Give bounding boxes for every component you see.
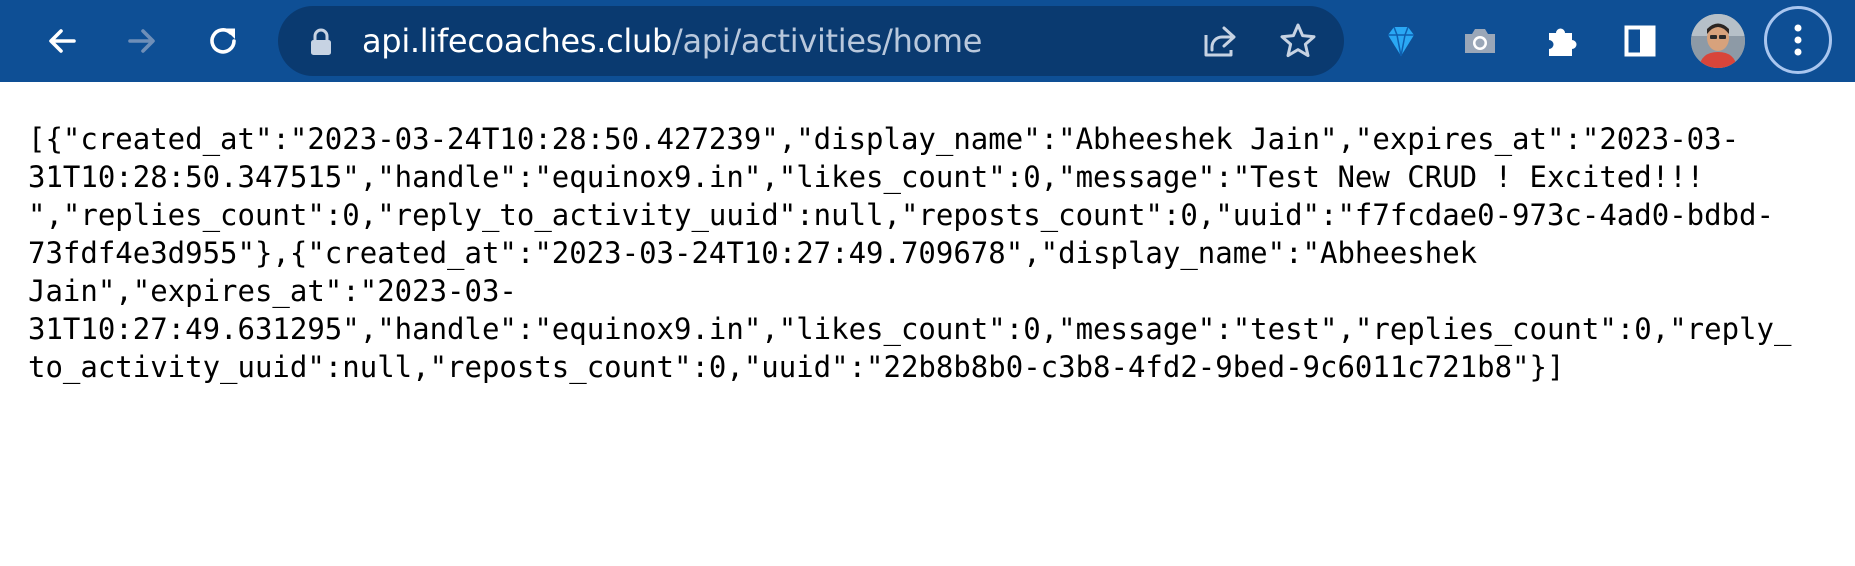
profile-photo — [1691, 14, 1745, 68]
camera-extension-icon — [1465, 29, 1495, 53]
page-content: [{"created_at":"2023-03-24T10:28:50.4272… — [0, 82, 1855, 566]
url-path: /api/activities/home — [672, 22, 983, 60]
reload-icon — [210, 28, 236, 54]
reload-button[interactable] — [199, 17, 247, 65]
json-response: [{"created_at":"2023-03-24T10:28:50.4272… — [28, 120, 1828, 386]
address-bar[interactable]: api.lifecoaches.club/api/activities/home — [278, 6, 1344, 76]
json-line: to_activity_uuid":null,"reposts_count":0… — [28, 350, 1565, 384]
kebab-menu-icon — [1794, 24, 1802, 56]
browser-toolbar: api.lifecoaches.club/api/activities/home — [0, 0, 1855, 82]
lock-icon[interactable] — [308, 28, 334, 56]
bookmark-button[interactable] — [1274, 17, 1322, 65]
json-line: 31T10:28:50.347515","handle":"equinox9.i… — [28, 160, 1705, 194]
side-panel-button[interactable] — [1616, 17, 1664, 65]
share-icon — [1204, 26, 1236, 57]
back-button[interactable] — [38, 17, 86, 65]
url-text[interactable]: api.lifecoaches.club/api/activities/home — [362, 6, 982, 76]
url-host: api.lifecoaches.club — [362, 22, 672, 60]
json-line: ","replies_count":0,"reply_to_activity_u… — [28, 198, 1774, 232]
share-button[interactable] — [1196, 17, 1244, 65]
diamond-extension-icon — [1388, 26, 1414, 57]
puzzle-icon — [1549, 28, 1577, 56]
json-line: Jain","expires_at":"2023-03- — [28, 274, 517, 308]
extensions-button[interactable] — [1537, 17, 1585, 65]
extension-diamond-button[interactable] — [1377, 17, 1425, 65]
avatar[interactable] — [1691, 14, 1745, 68]
forward-arrow-icon — [128, 29, 155, 53]
star-icon — [1280, 23, 1316, 58]
extension-camera-button[interactable] — [1456, 17, 1504, 65]
json-line: 31T10:27:49.631295","handle":"equinox9.i… — [28, 312, 1792, 346]
forward-button[interactable] — [118, 17, 166, 65]
menu-button[interactable] — [1764, 6, 1832, 74]
side-panel-icon — [1624, 25, 1656, 57]
json-line: [{"created_at":"2023-03-24T10:28:50.4272… — [28, 122, 1740, 156]
json-line: 73fdf4e3d955"},{"created_at":"2023-03-24… — [28, 236, 1478, 270]
back-arrow-icon — [49, 29, 76, 53]
